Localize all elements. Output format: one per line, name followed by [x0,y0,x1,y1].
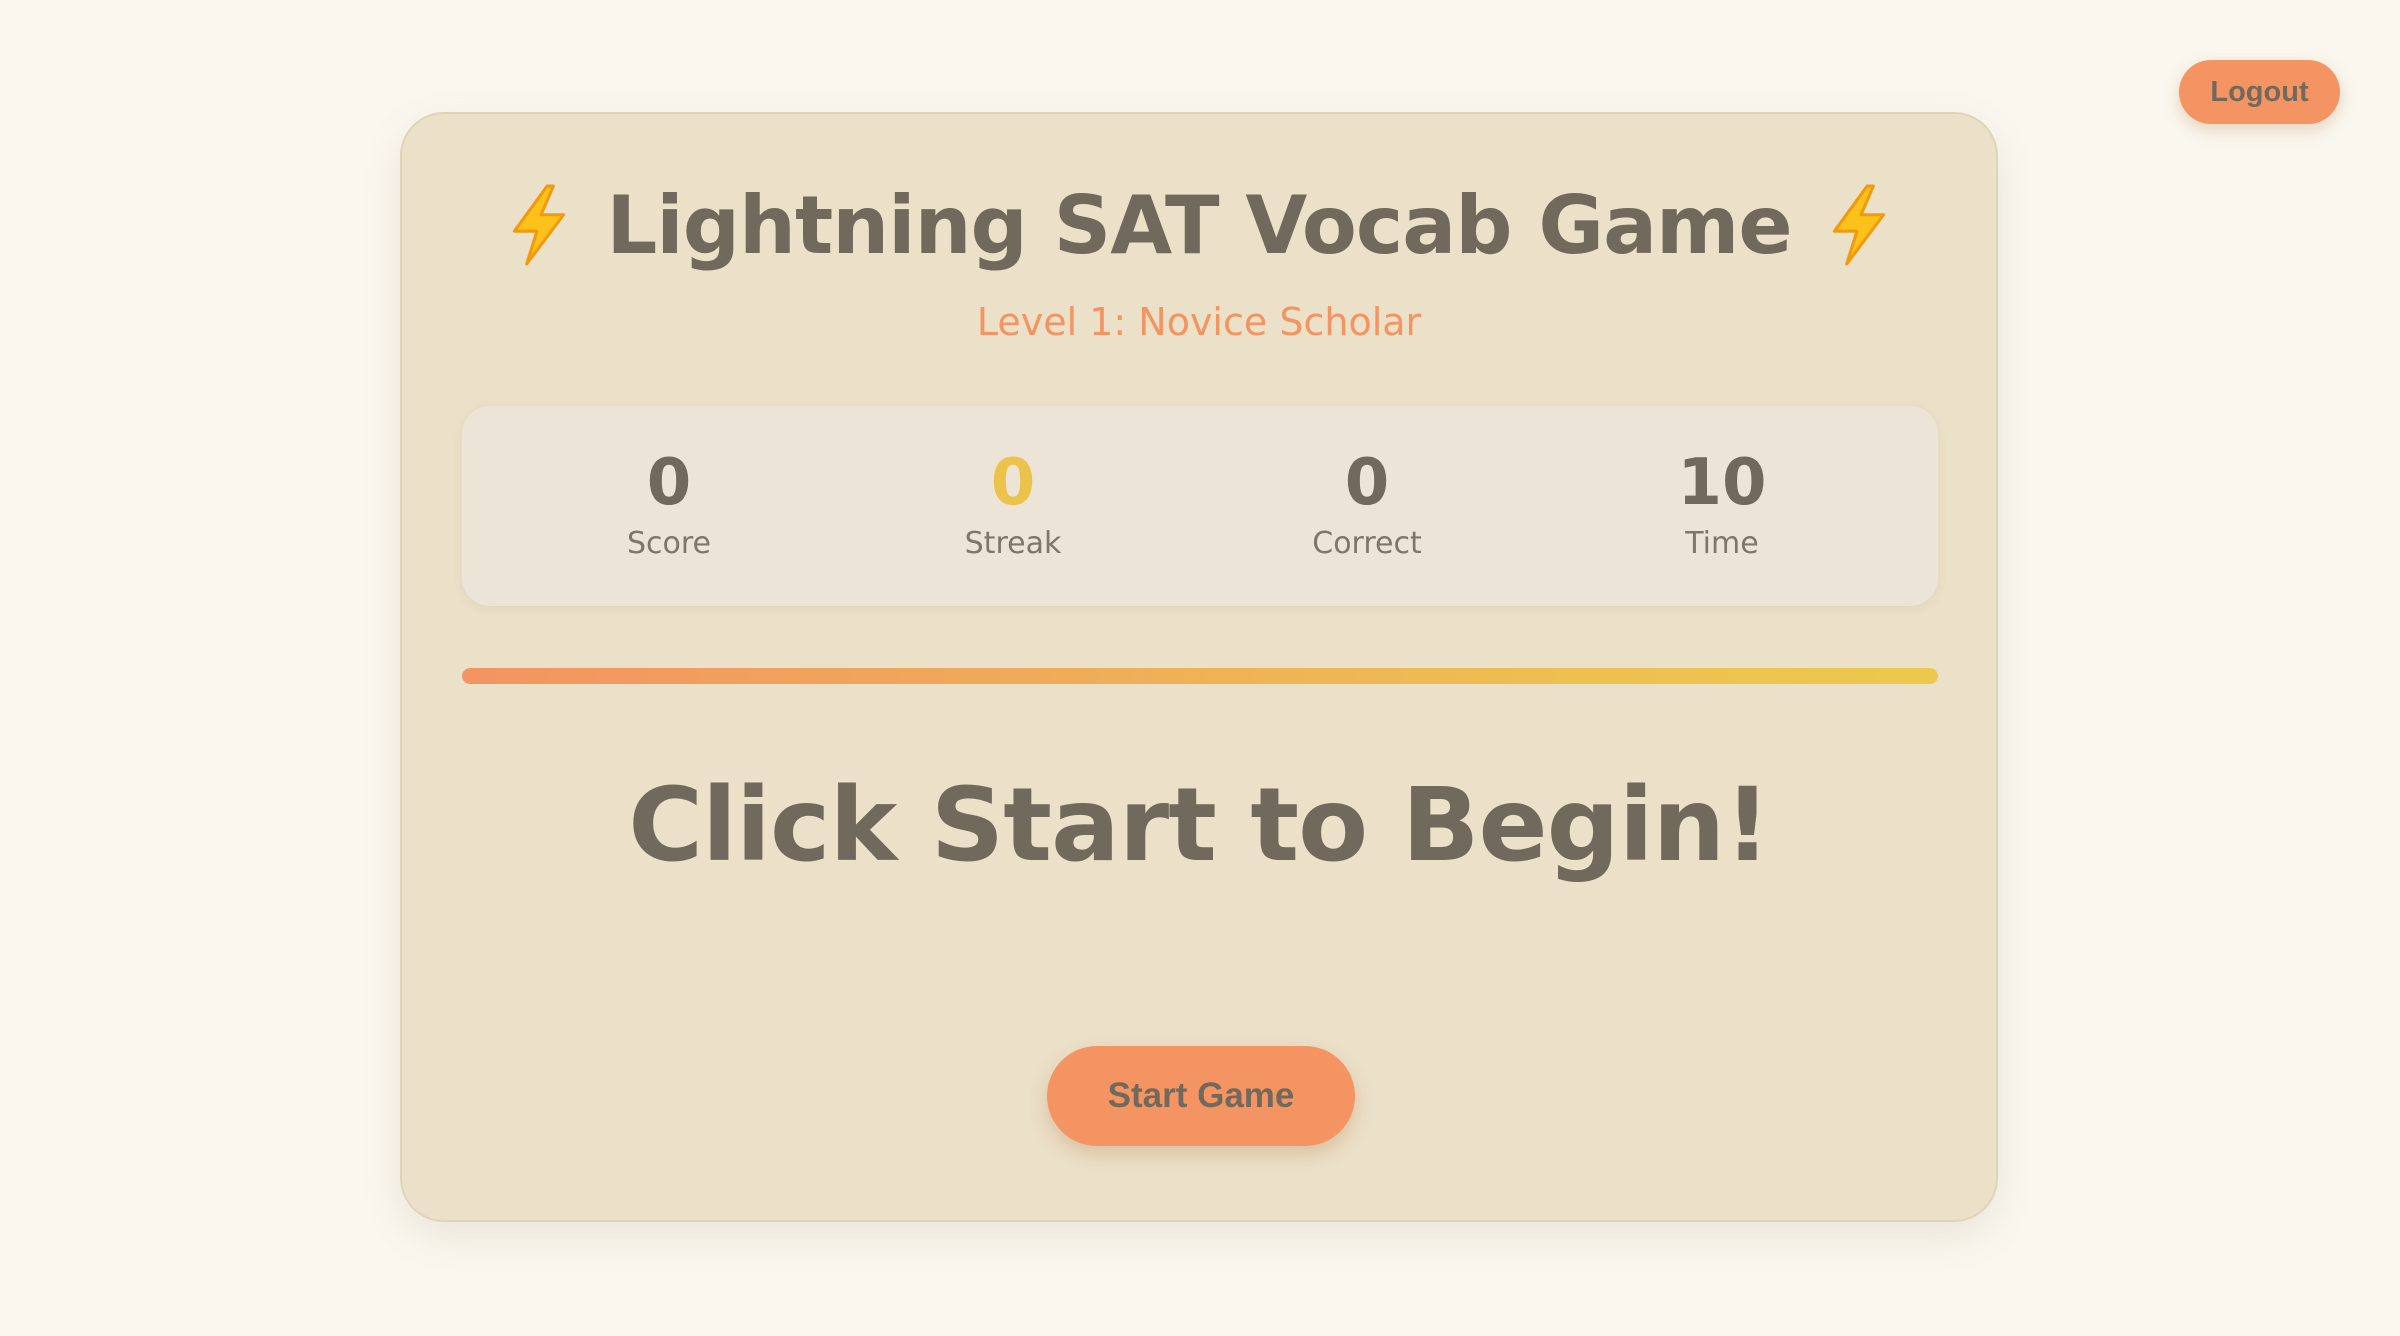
game-title: Lightning SAT Vocab Game [606,178,1792,272]
stat-score: 0 Score [519,446,819,562]
score-value: 0 [646,446,692,520]
start-game-button[interactable]: Start Game [1047,1046,1355,1146]
level-label: Level 1: Novice Scholar [976,300,1422,344]
stat-correct: 0 Correct [1217,446,1517,562]
lightning-bolt-icon [1832,184,1885,266]
time-value: 10 [1677,446,1767,520]
logout-button[interactable]: Logout [2179,60,2340,124]
lightning-bolt-icon [513,184,566,266]
timer-progress-fill [462,668,1938,684]
title-row: Lightning SAT Vocab Game [402,170,1996,280]
correct-value: 0 [1344,446,1390,520]
game-prompt: Click Start to Begin! [628,766,1771,885]
score-label: Score [626,526,712,561]
correct-label: Correct [1312,526,1422,561]
timer-progress-bar [462,668,1938,684]
stat-streak: 0 Streak [863,446,1163,562]
time-label: Time [1685,526,1759,561]
streak-label: Streak [964,526,1062,561]
stats-panel: 0 Score 0 Streak 0 Correct 10 Time [462,406,1938,606]
game-card: Lightning SAT Vocab Game Level 1: Novice… [400,112,1998,1222]
stat-time: 10 Time [1572,446,1872,562]
streak-value: 0 [990,446,1036,520]
